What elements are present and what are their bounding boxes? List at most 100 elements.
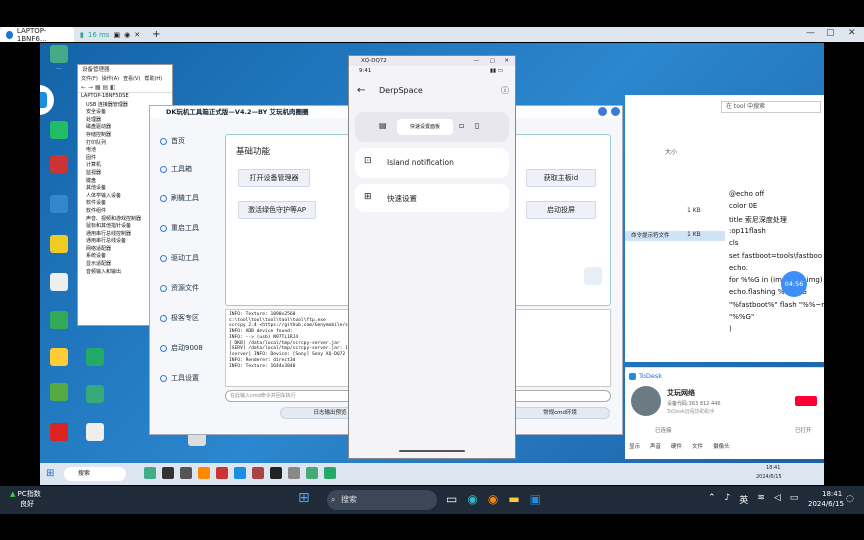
file-explorer-icon[interactable]: ▬: [508, 492, 519, 506]
desktop-icon[interactable]: [42, 195, 76, 215]
list-item-quick-settings[interactable]: ⊞ 快速设置: [355, 184, 509, 212]
file-explorer-window[interactable]: 在 tool 中搜索 大小 1 KB 命令提示符文件 1 KB @echo of…: [625, 95, 824, 362]
desktop-icon[interactable]: [78, 348, 112, 368]
remote-desktop[interactable]: … 设备管理器 文件(F) 操作(A) 查看(V) 帮助(H) ← → ▦ ▤ …: [40, 43, 824, 485]
quick-settings-tile[interactable]: 快速设置面板: [397, 119, 453, 135]
info-icon[interactable]: ⓘ: [501, 78, 509, 104]
close-window-icon[interactable]: ✕: [848, 28, 856, 38]
close-icon[interactable]: [611, 107, 620, 116]
todesk-option[interactable]: 硬件: [671, 442, 682, 450]
taskbar-app-icon[interactable]: [270, 467, 282, 479]
get-board-id-button[interactable]: 获取主板id: [526, 169, 596, 187]
record-icon[interactable]: ◉: [124, 31, 130, 39]
desktop-icon[interactable]: [42, 383, 76, 403]
weather-widget[interactable]: ▲ PC指数 良好: [10, 489, 41, 509]
close-icon[interactable]: ✕: [504, 56, 509, 66]
microphone-icon[interactable]: ♪: [725, 493, 731, 506]
chevron-up-icon[interactable]: ⌃: [708, 493, 716, 506]
sidebar-item-toolbox[interactable]: 工具箱: [160, 164, 220, 174]
desktop-icon[interactable]: [42, 311, 76, 331]
volume-icon[interactable]: ◁: [774, 493, 781, 506]
file-size: 1 KB: [687, 231, 701, 238]
taskbar-app-icon[interactable]: [234, 467, 246, 479]
back-arrow-icon[interactable]: ←: [357, 78, 365, 104]
todesk-desc: ToDesk远程协助助手: [667, 409, 715, 415]
taskbar-app-icon[interactable]: [252, 467, 264, 479]
phone-mirror-window[interactable]: XQ-DQ72 — ▢ ✕ 9:41 ▮▮ ▭ ← DerpSpace ⓘ 快速…: [348, 55, 516, 459]
input-language[interactable]: 英: [739, 493, 748, 506]
desktop-icon[interactable]: [42, 235, 76, 255]
desktop-icon[interactable]: [42, 121, 76, 141]
taskbar-app-icon[interactable]: [198, 467, 210, 479]
devmgr-title: 设备管理器: [82, 67, 110, 73]
desktop-icon[interactable]: [78, 423, 112, 443]
task-view-icon[interactable]: ▭: [446, 492, 457, 506]
taskbar-app-icon[interactable]: [288, 467, 300, 479]
sidebar-item-geek[interactable]: 极客专区: [160, 313, 220, 323]
sidebar-item-driver[interactable]: 驱动工具: [160, 253, 220, 263]
devmgr-root[interactable]: LAPTOP-1BNF5DSE: [78, 93, 172, 101]
todesk-option[interactable]: 文件: [692, 442, 703, 450]
start-mirror-button[interactable]: 启动投屏: [526, 201, 596, 219]
remote-search[interactable]: 搜索: [64, 467, 126, 481]
minimize-icon[interactable]: —: [806, 28, 815, 38]
menu-file[interactable]: 文件(F): [81, 75, 98, 84]
remote-tab[interactable]: LAPTOP-1BNF6...: [0, 27, 74, 43]
taskbar-app-icon[interactable]: [144, 467, 156, 479]
list-item-island-notification[interactable]: ⊡ Island notification: [355, 148, 509, 178]
minimize-icon[interactable]: —: [474, 56, 480, 66]
sidebar-item-resources[interactable]: 资源文件: [160, 283, 220, 293]
taskbar-app-icon[interactable]: [180, 467, 192, 479]
screenshot-icon[interactable]: ▣: [113, 31, 120, 39]
desktop-icon[interactable]: [42, 348, 76, 368]
sidebar-item-label: 刷機工具: [171, 194, 199, 202]
bottom-border: [0, 514, 864, 540]
todesk-option[interactable]: 摄像头: [713, 442, 730, 450]
open-device-manager-button[interactable]: 打开设备管理器: [238, 169, 310, 187]
desktop-icon[interactable]: [42, 155, 76, 175]
desktop-icon[interactable]: [42, 423, 76, 443]
windows-start-icon[interactable]: ⊞: [298, 490, 310, 506]
host-search-box[interactable]: ⌕ 搜索: [327, 490, 437, 510]
maximize-icon[interactable]: ▢: [826, 28, 835, 38]
sidebar-item-9008[interactable]: 启动9008: [160, 343, 220, 353]
todesk-panel[interactable]: ToDesk 艾玩网络 设备代码:363 812 446 ToDesk远程协助助…: [625, 367, 824, 459]
menu-help[interactable]: 帮助(H): [144, 75, 162, 84]
maximize-icon[interactable]: ▢: [490, 56, 495, 66]
menu-action[interactable]: 操作(A): [102, 75, 119, 84]
todesk-icon[interactable]: ▣: [530, 492, 541, 506]
notification-bell-icon[interactable]: ◌: [846, 494, 854, 504]
selected-file[interactable]: 命令提示符文件: [625, 231, 725, 241]
quick-settings-preview[interactable]: 快速设置面板 ▤ ▫ ▯: [355, 112, 509, 142]
taskbar-app-icon[interactable]: [162, 467, 174, 479]
activate-green-guard-button[interactable]: 激活绿色守护等AP: [238, 201, 316, 219]
firefox-icon[interactable]: ◉: [488, 492, 498, 506]
windows-start-icon[interactable]: ⊞: [46, 468, 54, 479]
sidebar-item-settings[interactable]: 工具设置: [160, 373, 220, 383]
menu-view[interactable]: 查看(V): [123, 75, 140, 84]
minimize-icon[interactable]: [598, 107, 607, 116]
close-tab-icon[interactable]: ✕: [134, 31, 140, 39]
cmd-environment-button[interactable]: 常规cmd环境: [510, 407, 610, 419]
lock-icon: ▫: [459, 121, 465, 130]
sidebar-item-reboot[interactable]: 重启工具: [160, 223, 220, 233]
taskbar-app-icon[interactable]: [324, 467, 336, 479]
sidebar-item-home[interactable]: 首页: [160, 136, 220, 146]
todesk-option[interactable]: 显示: [629, 442, 640, 450]
search-icon: ⌕: [331, 495, 336, 504]
desktop-icon[interactable]: …: [42, 45, 76, 71]
new-tab-button[interactable]: +: [146, 27, 166, 42]
disconnect-button[interactable]: [795, 396, 817, 406]
battery-icon[interactable]: ▭: [790, 493, 799, 506]
call-timer[interactable]: 04:56: [781, 271, 807, 297]
taskbar-app-icon[interactable]: [216, 467, 228, 479]
todesk-options[interactable]: 显示 声音 硬件 文件 摄像头: [629, 442, 730, 450]
edge-icon[interactable]: ◉: [467, 492, 477, 506]
taskbar-app-icon[interactable]: [306, 467, 318, 479]
wifi-icon[interactable]: ≋: [757, 493, 765, 506]
sidebar-item-flash[interactable]: 刷機工具: [160, 193, 220, 203]
search-input[interactable]: 在 tool 中搜索: [721, 101, 821, 113]
desktop-icon[interactable]: [42, 273, 76, 293]
todesk-option[interactable]: 声音: [650, 442, 661, 450]
desktop-icon[interactable]: [78, 385, 112, 405]
